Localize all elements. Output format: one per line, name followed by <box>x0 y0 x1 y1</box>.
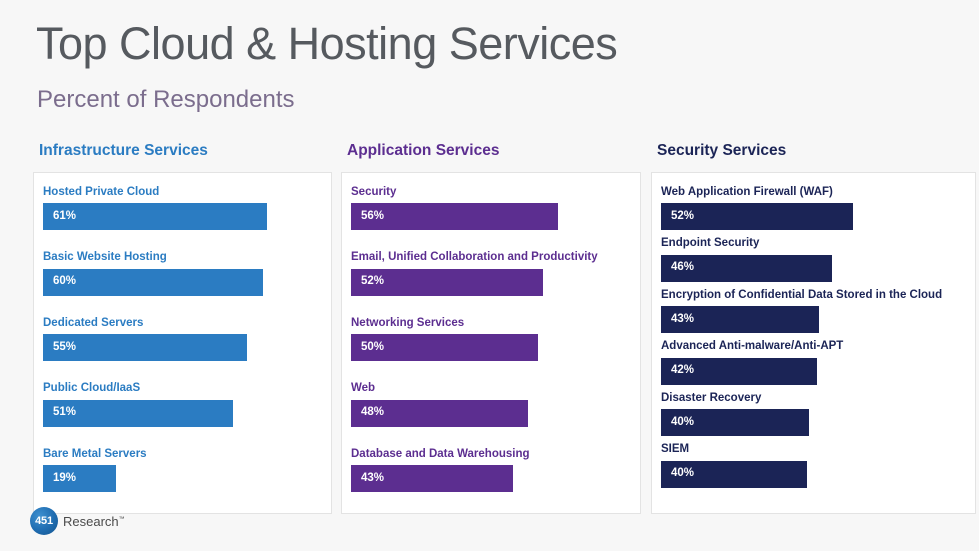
bar-label: Web Application Firewall (WAF) <box>661 185 833 198</box>
bar: 55% <box>43 334 247 361</box>
bar-item: Networking Services 50% <box>351 316 640 361</box>
page-subtitle: Percent of Respondents <box>37 86 295 113</box>
bar-item: Email, Unified Collaboration and Product… <box>351 251 640 296</box>
bar-item: Security 56% <box>351 185 640 230</box>
bar: 42% <box>661 357 817 385</box>
bar-value: 46% <box>671 261 695 274</box>
bar-label: Disaster Recovery <box>661 391 762 404</box>
slide-canvas: Top Cloud & Hosting Services Percent of … <box>0 0 979 551</box>
bar: 43% <box>661 306 819 333</box>
bar-value: 43% <box>361 471 385 484</box>
bar-item: Endpoint Security 46% <box>661 237 975 282</box>
bar: 60% <box>43 268 263 296</box>
bar-item: SIEM 40% <box>661 443 975 488</box>
bar: 52% <box>661 203 853 230</box>
panel-security-services: Web Application Firewall (WAF) 52% Endpo… <box>651 171 976 514</box>
bar-value: 61% <box>53 209 77 222</box>
bar-item: Web Application Firewall (WAF) 52% <box>661 185 975 230</box>
bar-label: Basic Website Hosting <box>43 251 167 263</box>
bar: 40% <box>661 460 807 488</box>
bar: 46% <box>661 254 832 282</box>
bar-item: Advanced Anti-malware/Anti-APT 42% <box>661 340 975 385</box>
bar-item: Disaster Recovery 40% <box>661 391 975 436</box>
bar-label: Endpoint Security <box>661 237 760 249</box>
bar-value: 52% <box>671 209 695 222</box>
bar: 61% <box>43 203 267 230</box>
bar-label: Web <box>351 382 376 394</box>
logo-wordmark: Research™ <box>63 515 125 528</box>
logo-451-research: 451 Research™ <box>30 507 125 535</box>
column-security-services: Security Services Web Application Firewa… <box>651 143 976 514</box>
bar-label: Encryption of Confidential Data Stored i… <box>661 288 943 301</box>
bar-label: Hosted Private Cloud <box>43 185 160 198</box>
bar-label: Networking Services <box>351 316 465 329</box>
panel-application-services: Security 56% Email, Unified Collaboratio… <box>341 171 641 514</box>
bar: 43% <box>351 465 513 492</box>
bar-value: 60% <box>53 275 77 288</box>
bar-value: 40% <box>671 467 695 480</box>
bar-item: Web 48% <box>351 382 640 427</box>
logo-mark-icon: 451 <box>30 507 58 535</box>
bar-label: SIEM <box>661 443 690 455</box>
bar-item: Bare Metal Servers 19% <box>43 447 331 492</box>
bar: 48% <box>351 399 528 427</box>
bar-value: 51% <box>53 406 77 419</box>
bar-item: Database and Data Warehousing 43% <box>351 447 640 492</box>
bar-label: Email, Unified Collaboration and Product… <box>351 251 598 263</box>
bar-label: Security <box>351 185 397 198</box>
column-header-security-services: Security Services <box>657 142 787 159</box>
bar-value: 48% <box>361 406 385 419</box>
bar-item: Hosted Private Cloud 61% <box>43 185 331 230</box>
bar-value: 42% <box>671 364 695 377</box>
panel-infrastructure-services: Hosted Private Cloud 61% Basic Website H… <box>33 171 332 514</box>
bar-value: 56% <box>361 209 385 222</box>
bar-label: Bare Metal Servers <box>43 447 147 460</box>
bar: 50% <box>351 334 538 361</box>
bar-label: Advanced Anti-malware/Anti-APT <box>661 340 844 352</box>
logo-wordmark-text: Research <box>63 513 119 529</box>
column-application-services: Application Services Security 56% Email,… <box>341 143 641 514</box>
column-header-application-services: Application Services <box>347 142 500 159</box>
bar-value: 19% <box>53 471 77 484</box>
bar-item: Public Cloud/IaaS 51% <box>43 382 331 427</box>
bar-value: 55% <box>53 340 77 353</box>
bar: 52% <box>351 268 543 296</box>
bar-value: 43% <box>671 312 695 325</box>
bar-value: 50% <box>361 340 385 353</box>
column-header-infrastructure-services: Infrastructure Services <box>39 142 208 159</box>
column-infrastructure-services: Infrastructure Services Hosted Private C… <box>33 143 332 514</box>
bar-value: 52% <box>361 275 385 288</box>
bar-item: Basic Website Hosting 60% <box>43 251 331 296</box>
trademark-icon: ™ <box>118 516 125 523</box>
bar: 51% <box>43 399 233 427</box>
bar: 19% <box>43 465 116 492</box>
bar-item: Dedicated Servers 55% <box>43 316 331 361</box>
bar: 56% <box>351 203 558 230</box>
bar-value: 40% <box>671 415 695 428</box>
bar-label: Public Cloud/IaaS <box>43 382 141 394</box>
bar-item: Encryption of Confidential Data Stored i… <box>661 288 975 333</box>
page-title: Top Cloud & Hosting Services <box>36 18 618 69</box>
bar-label: Database and Data Warehousing <box>351 447 530 460</box>
bar-label: Dedicated Servers <box>43 316 144 329</box>
bar: 40% <box>661 409 809 436</box>
